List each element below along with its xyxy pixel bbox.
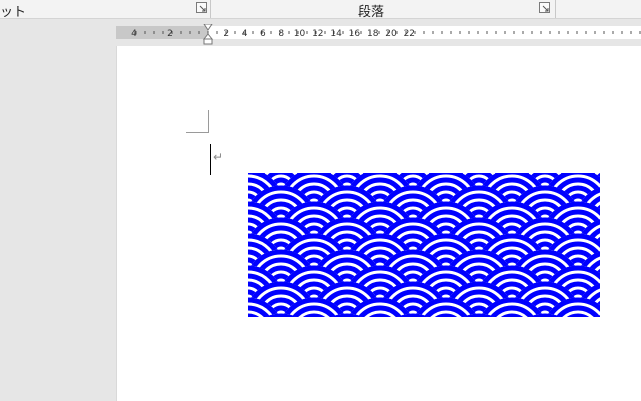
- ruler-number: 16: [349, 29, 361, 39]
- crop-mark-horizontal: [186, 132, 209, 133]
- ruler-number: 2: [223, 29, 229, 39]
- document-page[interactable]: ↵: [117, 46, 641, 401]
- font-group-label: ット: [0, 5, 27, 20]
- paragraph-group-label: 段落: [358, 5, 385, 20]
- text-cursor: [210, 144, 211, 175]
- font-dialog-launcher-icon[interactable]: [196, 2, 207, 13]
- left-margin-area: [0, 19, 116, 401]
- ruler-number: 2: [167, 29, 173, 39]
- ruler-margin-zone: [116, 26, 208, 39]
- ruler-number: 12: [312, 29, 323, 39]
- ruler-number: 6: [260, 29, 266, 39]
- crop-mark-vertical: [208, 110, 209, 133]
- left-indent-marker: [203, 38, 213, 45]
- ruler-number: 14: [330, 29, 342, 39]
- ruler-number: 4: [131, 29, 137, 39]
- group-separator: [210, 0, 211, 18]
- paragraph-dialog-launcher-icon[interactable]: [539, 2, 550, 13]
- horizontal-ruler[interactable]: 4 2 2 4 6 8 10 12 14 16 18 20 22: [116, 24, 641, 46]
- paragraph-mark: ↵: [213, 150, 224, 164]
- ruler-number: 18: [367, 29, 379, 39]
- ruler-number: 4: [242, 29, 248, 39]
- ruler-number: 22: [404, 29, 415, 39]
- group-separator: [555, 0, 556, 18]
- ruler-number: 8: [278, 29, 284, 39]
- ruler-number: 20: [385, 29, 397, 39]
- ruler-number: 10: [294, 29, 306, 39]
- seigaiha-wave-image[interactable]: [248, 173, 600, 317]
- ribbon-group-labels: ット 段落: [0, 0, 641, 20]
